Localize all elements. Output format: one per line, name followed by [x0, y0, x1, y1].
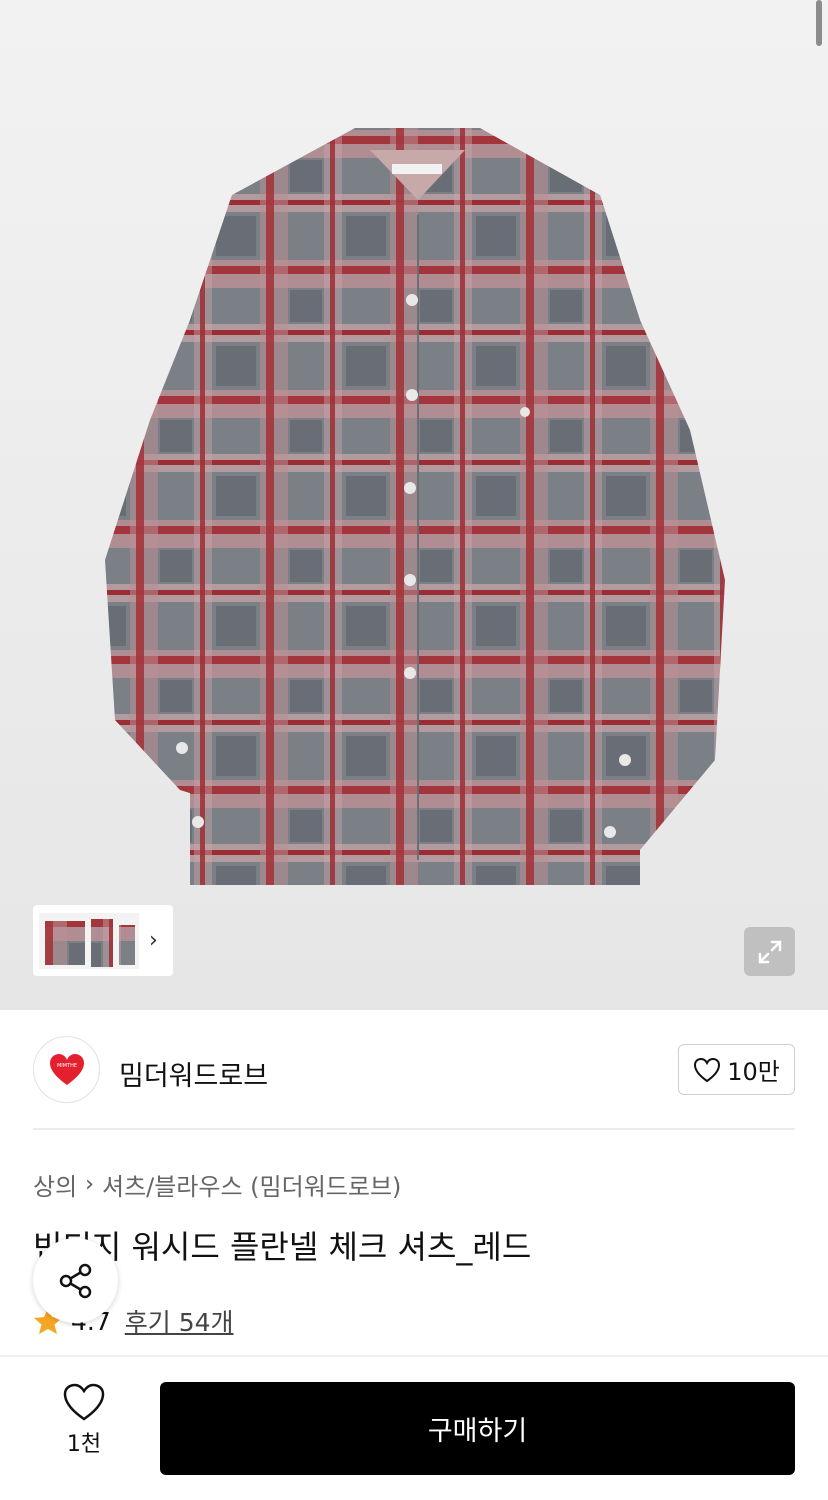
expand-image-button[interactable] [744, 927, 795, 976]
chevron-right-icon[interactable]: › [149, 928, 158, 953]
logo-text: MIMTHE [56, 1063, 76, 1069]
heart-icon [694, 1057, 721, 1082]
reviews-link[interactable]: 후기 54개 [125, 1303, 234, 1339]
breadcrumb-subcategory[interactable]: 셔츠/블라우스 (밈더워드로브) [102, 1167, 401, 1202]
wishlist-button[interactable]: 1천 [40, 1382, 128, 1476]
breadcrumb: 상의 › 셔츠/블라우스 (밈더워드로브) [33, 1167, 401, 1202]
share-icon [59, 1263, 91, 1298]
brand-logo[interactable]: MIMTHE [33, 1036, 100, 1103]
brand-row[interactable]: MIMTHE 밈더워드로브 10만 [33, 1036, 795, 1104]
wishlist-count: 1천 [66, 1432, 102, 1457]
heart-logo-icon: MIMTHE [49, 1053, 84, 1085]
expand-icon [758, 940, 781, 963]
buy-button[interactable]: 구매하기 [160, 1382, 795, 1475]
share-button[interactable] [33, 1238, 118, 1323]
thumbnail-images [39, 912, 139, 969]
brand-like-count: 10만 [727, 1058, 780, 1086]
brand-name[interactable]: 밈더워드로브 [119, 1054, 268, 1093]
chevron-right-icon: › [85, 1172, 94, 1197]
product-photo [105, 128, 725, 885]
image-thumbnails[interactable]: › [33, 905, 173, 976]
heart-icon [63, 1383, 105, 1421]
divider [0, 1355, 828, 1357]
product-image-area[interactable]: › [0, 0, 828, 1010]
brand-like-button[interactable]: 10만 [678, 1044, 795, 1095]
scrollbar[interactable] [816, 0, 822, 46]
breadcrumb-category[interactable]: 상의 [33, 1167, 77, 1202]
divider [33, 1128, 795, 1130]
